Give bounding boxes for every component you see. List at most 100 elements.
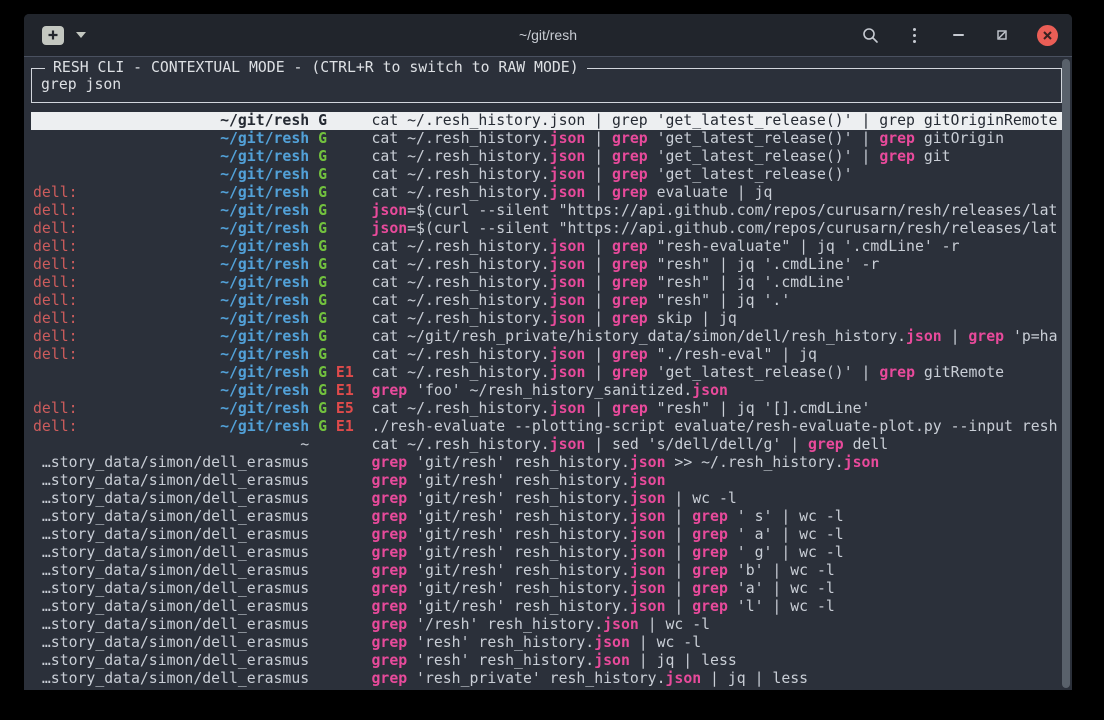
history-row[interactable]: …story_data/simon/dell_erasmus grep 'git/… xyxy=(31,490,1062,508)
status-flags: G xyxy=(318,148,354,166)
directory-label: ~/git/resh xyxy=(220,382,309,400)
directory-label: …story_data/simon/dell_erasmus xyxy=(42,508,309,526)
minimize-icon[interactable] xyxy=(949,26,967,44)
history-row[interactable]: …story_data/simon/dell_erasmus grep 'git/… xyxy=(31,508,1062,526)
history-row[interactable]: …story_data/simon/dell_erasmusgrep 'git/… xyxy=(31,580,1062,598)
command-text: grep 'git/resh' resh_history.json | grep… xyxy=(372,526,1063,544)
scrollbar[interactable] xyxy=(1062,59,1070,688)
history-row[interactable]: ~/git/reshGcat ~/.resh_history.json | gr… xyxy=(31,166,1062,184)
host-dir-column: dell:~/git/resh xyxy=(33,400,309,418)
history-row[interactable]: …story_data/simon/dell_erasmusgrep 'resh… xyxy=(31,652,1062,670)
status-flags: G E1 xyxy=(318,418,354,436)
status-flags xyxy=(318,616,354,634)
command-text: cat ~/.resh_history.json | grep 'get_lat… xyxy=(372,166,1063,184)
status-flags: G xyxy=(318,274,354,292)
history-row[interactable]: …story_data/simon/dell_erasmusgrep 'git/… xyxy=(31,526,1062,544)
kebab-menu-icon[interactable] xyxy=(905,26,923,44)
directory-label: ~/git/resh xyxy=(220,400,309,418)
command-text: cat ~/.resh_history.json | grep "resh" |… xyxy=(372,292,1063,310)
chevron-down-icon[interactable] xyxy=(76,32,86,38)
search-icon[interactable] xyxy=(861,26,879,44)
directory-label: …story_data/simon/dell_erasmus xyxy=(42,562,309,580)
directory-label: …story_data/simon/dell_erasmus xyxy=(42,670,309,688)
history-row[interactable]: …story_data/simon/dell_erasmusgrep 'git/… xyxy=(31,454,1062,472)
directory-label: ~/git/resh xyxy=(220,364,309,382)
history-row[interactable]: dell:~/git/reshGcat ~/git/resh_private/h… xyxy=(31,328,1062,346)
host-dir-column: …story_data/simon/dell_erasmus xyxy=(33,634,309,652)
history-row[interactable]: dell:~/git/reshGcat ~/.resh_history.json… xyxy=(31,256,1062,274)
host-dir-column: …story_data/simon/dell_erasmus xyxy=(33,490,309,508)
command-text: grep 'git/resh' resh_history.json | wc -… xyxy=(372,490,1063,508)
history-row[interactable]: dell:~/git/resh Gcat ~/.resh_history.json… xyxy=(31,292,1062,310)
history-row[interactable]: dell:~/git/reshGjson=$(curl --silent "ht… xyxy=(31,220,1062,238)
host-label: dell: xyxy=(33,346,78,364)
command-text: grep 'resh' resh_history.json | wc -l xyxy=(372,634,1063,652)
host-dir-column: dell:~/git/resh xyxy=(33,310,309,328)
history-row[interactable]: …story_data/simon/dell_erasmusgrep 'resh… xyxy=(31,670,1062,688)
directory-label: ~/git/resh xyxy=(220,274,309,292)
status-flags: G xyxy=(318,328,354,346)
history-row[interactable]: ~/git/reshG E1grep 'foo' ~/resh_history_… xyxy=(31,382,1062,400)
host-label: dell: xyxy=(33,256,78,274)
history-row[interactable]: ~/git/reshG E1cat ~/.resh_history.json |… xyxy=(31,364,1062,382)
status-flags: G xyxy=(318,202,354,220)
status-flags: G E5 xyxy=(318,400,354,418)
command-text: cat ~/.resh_history.json | grep "resh-ev… xyxy=(372,238,1063,256)
terminal-window: ~/git/resh xyxy=(24,14,1072,690)
host-dir-column: ~/git/resh xyxy=(33,148,309,166)
directory-label: ~/git/resh xyxy=(220,112,309,130)
history-row[interactable]: …story_data/simon/dell_erasmus grep 'resh… xyxy=(31,634,1062,652)
directory-label: …story_data/simon/dell_erasmus xyxy=(42,634,309,652)
history-row[interactable]: …story_data/simon/dell_erasmusgrep 'git/… xyxy=(31,562,1062,580)
host-label: dell: xyxy=(33,238,78,256)
history-row[interactable]: ~/git/reshGcat ~/.resh_history.json | gr… xyxy=(31,148,1062,166)
history-row[interactable]: dell:~/git/resh G E5 cat ~/.resh_history.j… xyxy=(31,400,1062,418)
directory-label: ~ xyxy=(300,436,309,454)
host-label: dell: xyxy=(33,274,78,292)
status-flags: G xyxy=(318,292,354,310)
host-dir-column: …story_data/simon/dell_erasmus xyxy=(33,580,309,598)
status-flags xyxy=(318,526,354,544)
directory-label: ~/git/resh xyxy=(220,130,309,148)
restore-icon[interactable] xyxy=(993,26,1011,44)
directory-label: ~/git/resh xyxy=(220,256,309,274)
resh-mode-title: RESH CLI - CONTEXTUAL MODE - (CTRL+R to … xyxy=(45,59,587,77)
command-text: cat ~/.resh_history.json | grep 'get_lat… xyxy=(372,112,1063,130)
command-text: cat ~/.resh_history.json | grep "resh" |… xyxy=(372,400,1062,418)
history-row[interactable]: ~/git/reshGcat ~/.resh_history.json | gr… xyxy=(31,130,1062,148)
history-row[interactable]: …story_data/simon/dell_erasmusgrep '/res… xyxy=(31,616,1062,634)
host-dir-column: …story_data/simon/dell_erasmus xyxy=(33,544,309,562)
history-row[interactable]: ~/git/reshGcat ~/.resh_history.json | gr… xyxy=(31,112,1062,130)
host-dir-column: …story_data/simon/dell_erasmus xyxy=(33,562,309,580)
status-flags: G xyxy=(318,256,354,274)
directory-label: …story_data/simon/dell_erasmus xyxy=(42,652,309,670)
host-dir-column: ~/git/resh xyxy=(33,112,309,130)
history-row[interactable]: …story_data/simon/dell_erasmusgrep 'git/… xyxy=(31,472,1062,490)
history-row[interactable]: …story_data/simon/dell_erasmusgrep 'git/… xyxy=(31,544,1062,562)
directory-label: …story_data/simon/dell_erasmus xyxy=(42,544,309,562)
host-dir-column: dell:~/git/resh xyxy=(33,184,309,202)
history-row[interactable]: dell:~/git/reshGcat ~/.resh_history.json… xyxy=(31,310,1062,328)
history-row[interactable]: dell:~/git/reshG E1./resh-evaluate --plo… xyxy=(31,418,1062,436)
history-row[interactable]: dell:~/git/reshGcat ~/.resh_history.json… xyxy=(31,238,1062,256)
status-flags: G xyxy=(318,130,354,148)
new-tab-icon[interactable] xyxy=(42,26,64,45)
history-row[interactable]: dell:~/git/reshGcat ~/.resh_history.json… xyxy=(31,184,1062,202)
terminal-content: RESH CLI - CONTEXTUAL MODE - (CTRL+R to … xyxy=(24,58,1072,690)
history-row[interactable]: dell:~/git/reshGjson=$(curl --silent "ht… xyxy=(31,202,1062,220)
host-dir-column: ~/git/resh xyxy=(33,364,309,382)
history-row[interactable]: ~cat ~/.resh_history.json | sed 's/dell/… xyxy=(31,436,1062,454)
host-label: dell: xyxy=(33,418,78,436)
history-row[interactable]: …story_data/simon/dell_erasmusgrep 'git/… xyxy=(31,598,1062,616)
history-row[interactable]: dell:~/git/reshGcat ~/.resh_history.json… xyxy=(31,346,1062,364)
status-flags: G xyxy=(318,184,354,202)
host-label: dell: xyxy=(33,310,78,328)
directory-label: …story_data/simon/dell_erasmus xyxy=(42,472,309,490)
host-dir-column: dell:~/git/resh xyxy=(33,292,309,310)
directory-label: ~/git/resh xyxy=(220,328,309,346)
directory-label: …story_data/simon/dell_erasmus xyxy=(42,454,309,472)
close-icon[interactable] xyxy=(1037,25,1058,46)
command-text: grep 'git/resh' resh_history.json | grep… xyxy=(372,508,1063,526)
history-row[interactable]: dell:~/git/reshGcat ~/.resh_history.json… xyxy=(31,274,1062,292)
host-dir-column: dell:~/git/resh xyxy=(33,202,309,220)
